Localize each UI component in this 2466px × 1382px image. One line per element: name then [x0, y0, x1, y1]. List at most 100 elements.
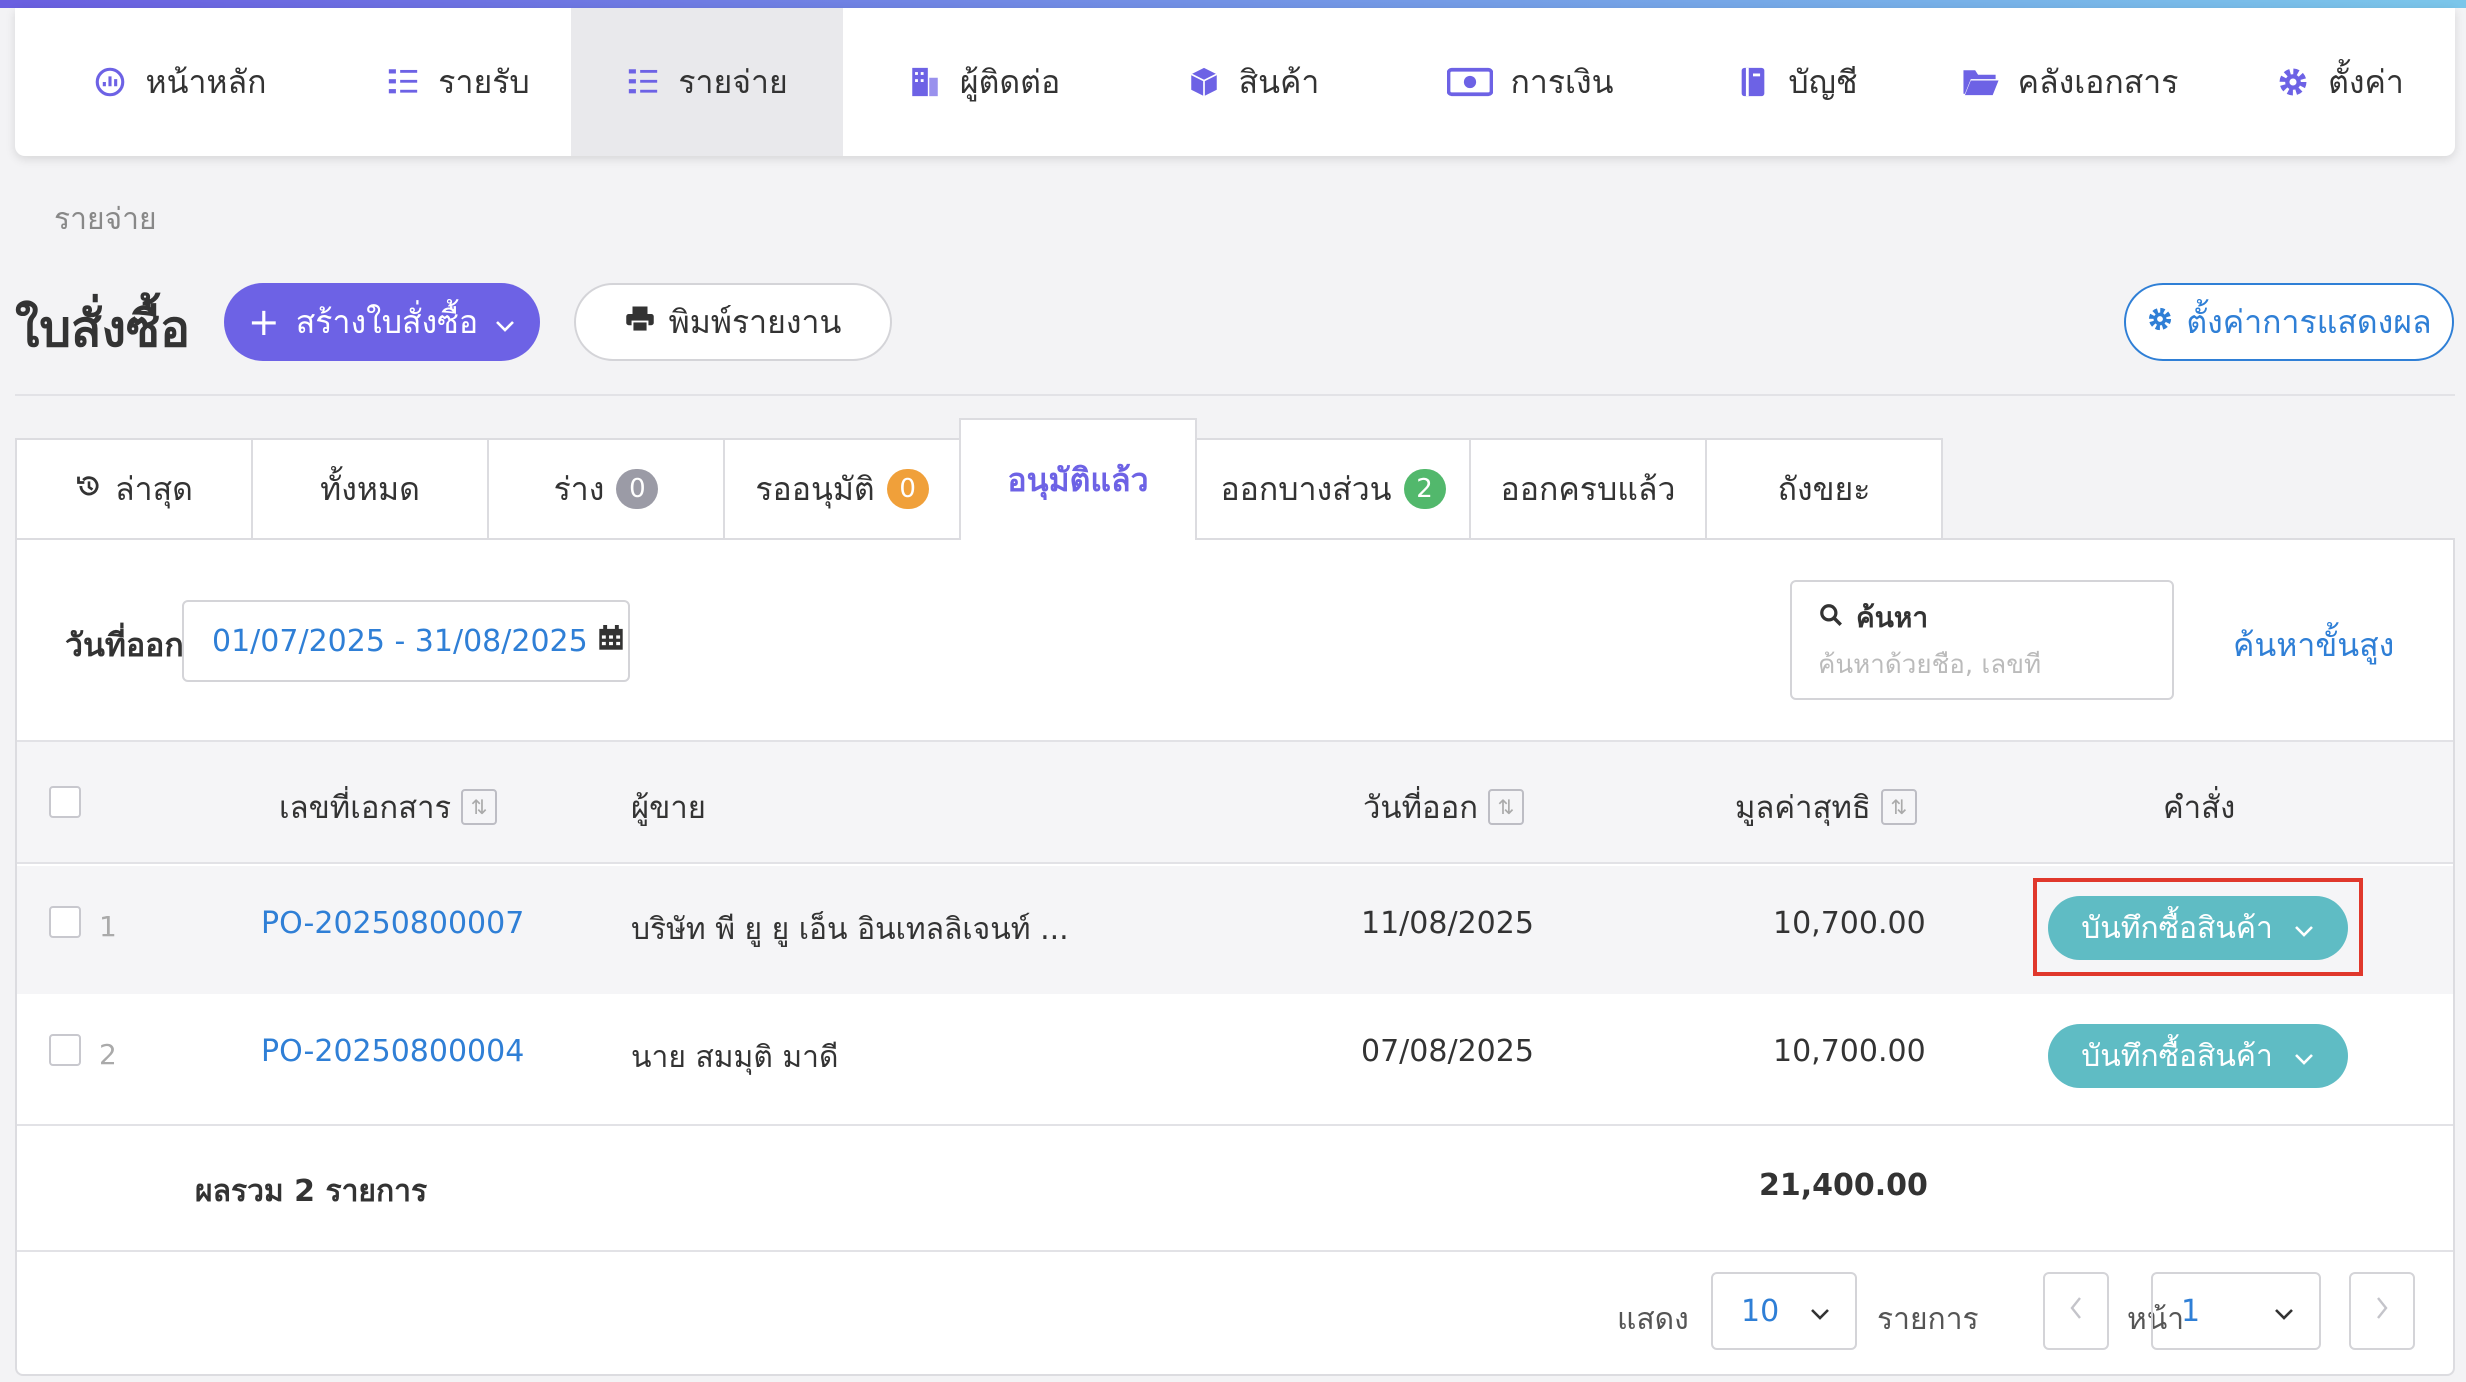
search-input[interactable]: [1818, 650, 2146, 680]
printer-icon: [625, 303, 655, 341]
print-report-button[interactable]: พิมพ์รายงาน: [574, 283, 892, 361]
nav-item-finance[interactable]: การเงิน: [1381, 8, 1679, 156]
action-button-label: บันทึกซื้อสินค้า: [2081, 910, 2273, 946]
top-accent-bar: [0, 0, 2466, 8]
record-purchase-button[interactable]: บันทึกซื้อสินค้า: [2048, 1024, 2348, 1088]
nav-item-label: การเงิน: [1510, 62, 1614, 101]
tab-label: ร่าง: [553, 469, 605, 508]
chevron-left-icon: [2069, 1294, 2083, 1329]
nav-item-products[interactable]: สินค้า: [1125, 8, 1381, 156]
history-icon: [75, 470, 103, 508]
nav-item-label: ผู้ติดต่อ: [959, 62, 1061, 101]
row-checkbox[interactable]: [49, 906, 81, 938]
doc-number-link[interactable]: PO-20250800004: [261, 1034, 524, 1069]
print-button-label: พิมพ์รายงาน: [668, 302, 842, 341]
column-header-label: มูลค่าสุทธิ: [1735, 790, 1871, 826]
chevron-down-icon: [1809, 1294, 1831, 1329]
nav-item-settings[interactable]: ตั้งค่า: [2225, 8, 2455, 156]
tab-label: ออกครบแล้ว: [1500, 469, 1676, 508]
page-number-select[interactable]: 1: [2151, 1272, 2321, 1350]
date-range-picker[interactable]: 01/07/2025 - 31/08/2025: [182, 600, 630, 682]
chevron-down-icon: [2293, 911, 2315, 946]
contacts-building-icon: [908, 65, 942, 99]
date-filter-label: วันที่ออก: [65, 626, 184, 664]
sort-icon: ⇅: [1880, 789, 1917, 825]
chevron-down-icon: [2273, 1294, 2295, 1329]
tab-awaiting-approval[interactable]: รออนุมัติ 0: [723, 438, 961, 538]
tab-latest[interactable]: ล่าสุด: [15, 438, 253, 538]
tab-approved[interactable]: อนุมัติแล้ว: [959, 418, 1197, 540]
page-number-value: 1: [2181, 1293, 2201, 1329]
tab-fully-issued[interactable]: ออกครบแล้ว: [1469, 438, 1707, 538]
issue-date: 07/08/2025: [1361, 1034, 1534, 1069]
total-amount: 21,400.00: [1759, 1168, 1928, 1203]
nav-item-label: รายจ่าย: [678, 62, 788, 101]
count-badge: 0: [886, 469, 929, 509]
column-header-doc-no[interactable]: เลขที่เอกสาร ⇅: [279, 782, 498, 832]
date-range-value: 01/07/2025 - 31/08/2025: [212, 623, 588, 659]
tab-draft[interactable]: ร่าง 0: [487, 438, 725, 538]
calendar-icon: [598, 624, 624, 659]
tab-trash[interactable]: ถังขยะ: [1705, 438, 1943, 538]
net-amount: 10,700.00: [1773, 1034, 1926, 1069]
row-number: 2: [99, 1038, 117, 1071]
breadcrumb[interactable]: รายจ่าย: [54, 196, 157, 243]
table-row: 1 PO-20250800007 บริษัท พี ยู ยู เอ็น อิ…: [17, 866, 2453, 994]
column-header-label: คำสั่ง: [2163, 790, 2236, 826]
column-header-net-amount[interactable]: มูลค่าสุทธิ ⇅: [1735, 782, 1917, 832]
count-badge: 0: [616, 469, 659, 509]
money-icon: [1446, 65, 1493, 99]
sort-icon: ⇅: [461, 789, 498, 825]
display-settings-label: ตั้งค่าการแสดงผล: [2186, 302, 2432, 341]
display-settings-button[interactable]: ตั้งค่าการแสดงผล: [2124, 283, 2454, 361]
nav-item-label: สินค้า: [1238, 62, 1320, 101]
prev-page-button[interactable]: [2043, 1272, 2109, 1350]
table-header: เลขที่เอกสาร ⇅ ผู้ขาย วันที่ออก ⇅ มูลค่า…: [17, 740, 2453, 864]
search-icon: [1818, 602, 1844, 635]
vendor-name: นาย สมมุติ มาดี: [631, 1040, 839, 1075]
record-purchase-button[interactable]: บันทึกซื้อสินค้า: [2048, 896, 2348, 960]
create-purchase-order-button[interactable]: + สร้างใบสั่งซื้อ: [224, 283, 540, 361]
create-button-label: สร้างใบสั่งซื้อ: [295, 302, 479, 341]
accounting-book-icon: [1736, 65, 1770, 99]
nav-item-income[interactable]: รายรับ: [345, 8, 571, 156]
select-all-checkbox[interactable]: [49, 786, 81, 818]
sort-icon: ⇅: [1488, 789, 1525, 825]
nav-item-home[interactable]: หน้าหลัก: [15, 8, 345, 156]
items-label: รายการ: [1877, 1302, 1979, 1337]
row-checkbox[interactable]: [49, 1034, 81, 1066]
tab-partially-issued[interactable]: ออกบางส่วน 2: [1195, 438, 1471, 538]
tab-label: ทั้งหมด: [320, 469, 420, 508]
nav-item-expense[interactable]: รายจ่าย: [571, 8, 843, 156]
page-title: ใบสั่งซื้อ: [15, 300, 191, 358]
net-amount: 10,700.00: [1773, 906, 1926, 941]
product-box-icon: [1187, 65, 1221, 99]
expense-list-icon: [626, 65, 660, 99]
table-total-row: ผลรวม 2 รายการ 21,400.00: [17, 1124, 2453, 1252]
page-size-value: 10: [1741, 1293, 1780, 1329]
vendor-name: บริษัท พี ยู ยู เอ็น อินเทลลิเจนท์ ...: [631, 912, 1069, 947]
doc-number-link[interactable]: PO-20250800007: [261, 906, 524, 941]
column-header-issue-date[interactable]: วันที่ออก ⇅: [1363, 782, 1525, 832]
nav-item-documents[interactable]: คลังเอกสาร: [1915, 8, 2225, 156]
tab-label: อนุมัติแล้ว: [1007, 460, 1149, 499]
nav-item-contacts[interactable]: ผู้ติดต่อ: [843, 8, 1125, 156]
row-number: 1: [99, 910, 117, 943]
folder-icon: [1962, 65, 2000, 99]
column-header-vendor: ผู้ขาย: [631, 782, 706, 832]
count-badge: 2: [1403, 469, 1446, 509]
advanced-search-link[interactable]: ค้นหาขั้นสูง: [2233, 620, 2394, 671]
column-header-label: วันที่ออก: [1363, 790, 1479, 826]
income-list-icon: [386, 65, 420, 99]
nav-item-accounting[interactable]: บัญชี: [1679, 8, 1915, 156]
page-size-label: แสดง: [1617, 1302, 1689, 1337]
gear-icon: [2276, 65, 2310, 99]
tab-all[interactable]: ทั้งหมด: [251, 438, 489, 538]
tab-label: ถังขยะ: [1777, 469, 1871, 508]
nav-item-label: บัญชี: [1788, 62, 1858, 101]
plus-icon: +: [247, 300, 280, 344]
next-page-button[interactable]: [2349, 1272, 2415, 1350]
page-size-select[interactable]: 10: [1711, 1272, 1857, 1350]
chevron-right-icon: [2375, 1294, 2389, 1329]
nav-item-label: คลังเอกสาร: [2017, 62, 2179, 101]
